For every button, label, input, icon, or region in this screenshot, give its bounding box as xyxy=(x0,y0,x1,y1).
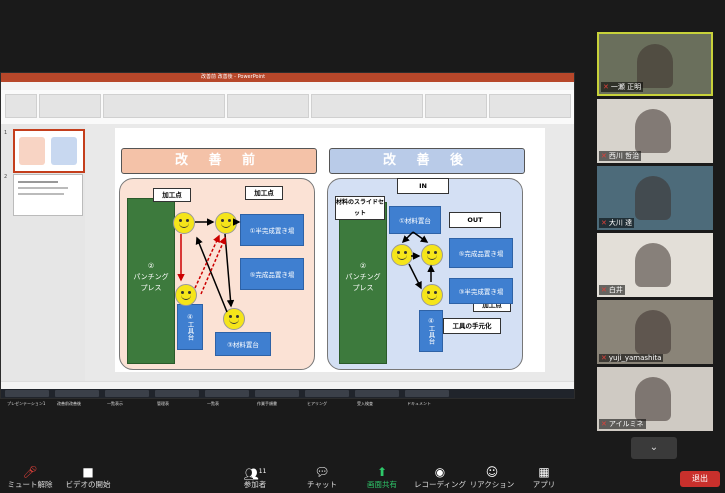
font-group[interactable] xyxy=(103,94,225,118)
participant-tile[interactable]: ✕ 西川 哲治 xyxy=(597,99,713,163)
participants-icon: 👥︎11 xyxy=(243,467,267,481)
voice-group[interactable] xyxy=(489,94,571,118)
taskbar-item[interactable]: 改善前改善後 xyxy=(55,390,99,406)
drawing-group[interactable] xyxy=(311,94,423,118)
ppt-window-title: 改善前 改善後 - PowerPoint xyxy=(201,74,266,80)
taskbar-item-label: 作業手順書 xyxy=(257,401,277,406)
reaction-smiley-icon: ☺ xyxy=(485,465,499,479)
reaction-label: リアクション xyxy=(469,480,515,489)
participant-video xyxy=(635,310,671,354)
mute-button[interactable]: 🎤︎ ミュート解除 xyxy=(0,465,60,490)
after-flow-arrows xyxy=(401,231,435,290)
participant-video xyxy=(635,109,671,153)
slide-thumbnails[interactable]: 1 2 xyxy=(1,124,86,381)
apps-button[interactable]: ▦ アプリ xyxy=(514,465,574,490)
chat-button[interactable]: 💬︎ チャット xyxy=(292,465,352,490)
apps-label: アプリ xyxy=(532,480,556,489)
participant-tile[interactable]: ✕ アイルミネ xyxy=(597,367,713,431)
participant-name: ✕ 大川 達 xyxy=(599,218,635,228)
gallery-scroll-down-icon[interactable]: ⌄ xyxy=(631,437,677,459)
participant-video xyxy=(635,243,671,287)
taskbar-item-label: 一覧表示 xyxy=(107,401,123,406)
taskbar-item-label: プレゼンテーション1 xyxy=(7,401,46,406)
microphone-muted-icon: 🎤︎ xyxy=(22,465,38,479)
participant-name-text: 西川 哲治 xyxy=(608,152,640,160)
share-screen-icon: ⬆ xyxy=(376,465,388,479)
participants-button[interactable]: 👥︎11 参加者 xyxy=(225,465,285,490)
ppt-ribbon[interactable] xyxy=(1,90,574,125)
taskbar-item[interactable]: ドキュメント xyxy=(405,390,449,406)
participant-video xyxy=(635,377,671,421)
video-label: ビデオの開始 xyxy=(65,480,111,489)
shared-screen: 改善前 改善後 - PowerPoint ファイルホーム挿入描画デザイン画面切り… xyxy=(0,72,575,406)
taskbar-item[interactable]: プレゼンテーション1 xyxy=(5,390,49,406)
participant-name-text: 一瀬 正明 xyxy=(610,83,642,91)
participant-video xyxy=(635,176,671,220)
participant-name-text: 白井 xyxy=(608,286,623,294)
taskbar-item[interactable]: 受入検査 xyxy=(355,390,399,406)
apps-icon: ▦ xyxy=(538,465,550,479)
thumb-number: 1 xyxy=(4,130,8,136)
thumb-number: 2 xyxy=(4,174,8,180)
participant-name: ✕ 白井 xyxy=(599,285,625,295)
share-screen-label: 画面共有 xyxy=(367,480,397,489)
participant-name: ✕ 一瀬 正明 xyxy=(601,82,644,92)
video-camera-icon: ■ xyxy=(82,465,94,479)
participant-name-text: アイルミネ xyxy=(608,420,644,428)
editing-group[interactable] xyxy=(425,94,487,118)
ppt-title-bar: 改善前 改善後 - PowerPoint xyxy=(1,73,574,82)
taskbar-item-label: 管理表 xyxy=(157,401,169,406)
muted-mic-icon: ✕ xyxy=(601,152,607,160)
slide-editor[interactable]: 改 善 前 ② パンチング プレス 加工点 加工点 ①半完成置き場 ⑤完成品置き… xyxy=(85,124,574,381)
taskbar-item-label: 改善前改善後 xyxy=(57,401,81,406)
clipboard-group[interactable] xyxy=(5,94,37,118)
participant-name: ✕ yuji_yamashita xyxy=(599,354,664,362)
slide-thumbnail-2[interactable] xyxy=(13,174,83,216)
taskbar-item-label: 受入検査 xyxy=(357,401,373,406)
reaction-button[interactable]: ☺ リアクション xyxy=(462,465,522,490)
taskbar-item[interactable]: ヒアリング xyxy=(305,390,349,406)
taskbar-item[interactable]: 一覧表示 xyxy=(105,390,149,406)
participant-name-text: yuji_yamashita xyxy=(608,354,662,362)
record-button[interactable]: ◉ レコーディング xyxy=(410,465,470,490)
mute-label: ミュート解除 xyxy=(7,480,53,489)
chat-bubble-icon: 💬︎ xyxy=(314,465,330,479)
taskbar-item[interactable]: 作業手順書 xyxy=(255,390,299,406)
muted-mic-icon: ✕ xyxy=(601,420,607,428)
record-label: レコーディング xyxy=(414,480,466,489)
taskbar-item-label: 一覧表 xyxy=(207,401,219,406)
record-icon: ◉ xyxy=(434,465,446,479)
paragraph-group[interactable] xyxy=(227,94,309,118)
muted-mic-icon: ✕ xyxy=(601,286,607,294)
share-screen-button[interactable]: ⬆ 画面共有 xyxy=(352,465,412,490)
participant-name-text: 大川 達 xyxy=(608,219,633,227)
participant-name: ✕ アイルミネ xyxy=(599,419,646,429)
chat-label: チャット xyxy=(307,480,337,489)
participants-count: 11 xyxy=(258,468,267,475)
slide-content[interactable]: 改 善 前 ② パンチング プレス 加工点 加工点 ①半完成置き場 ⑤完成品置き… xyxy=(115,128,545,372)
participant-tile[interactable]: ✕ 大川 達 xyxy=(597,166,713,230)
muted-mic-icon: ✕ xyxy=(601,354,607,362)
muted-mic-icon: ✕ xyxy=(603,83,609,91)
meeting-toolbar: 🎤︎ ミュート解除 ■ ビデオの開始 👥︎11 参加者 💬︎ チャット ⬆ 画面… xyxy=(0,461,725,493)
participant-tile[interactable]: ✕ 一瀬 正明 xyxy=(597,32,713,96)
taskbar-item-label: ドキュメント xyxy=(407,401,431,406)
slide-thumbnail-1[interactable] xyxy=(13,129,85,173)
taskbar-item[interactable]: 一覧表 xyxy=(205,390,249,406)
participant-tile[interactable]: ✕ yuji_yamashita xyxy=(597,300,713,364)
slides-group[interactable] xyxy=(39,94,101,118)
muted-mic-icon: ✕ xyxy=(601,219,607,227)
windows-taskbar[interactable]: プレゼンテーション1 改善前改善後 一覧表示 管理表 一覧表 作業手順書 ヒアリング 受入検査… xyxy=(1,389,574,406)
participant-name: ✕ 西川 哲治 xyxy=(599,151,642,161)
taskbar-item-label: ヒアリング xyxy=(307,401,327,406)
participants-label: 参加者 xyxy=(243,480,267,489)
taskbar-item[interactable]: 管理表 xyxy=(155,390,199,406)
video-button[interactable]: ■ ビデオの開始 xyxy=(58,465,118,490)
leave-button[interactable]: 退出 xyxy=(680,471,720,487)
participant-tile[interactable]: ✕ 白井 xyxy=(597,233,713,297)
